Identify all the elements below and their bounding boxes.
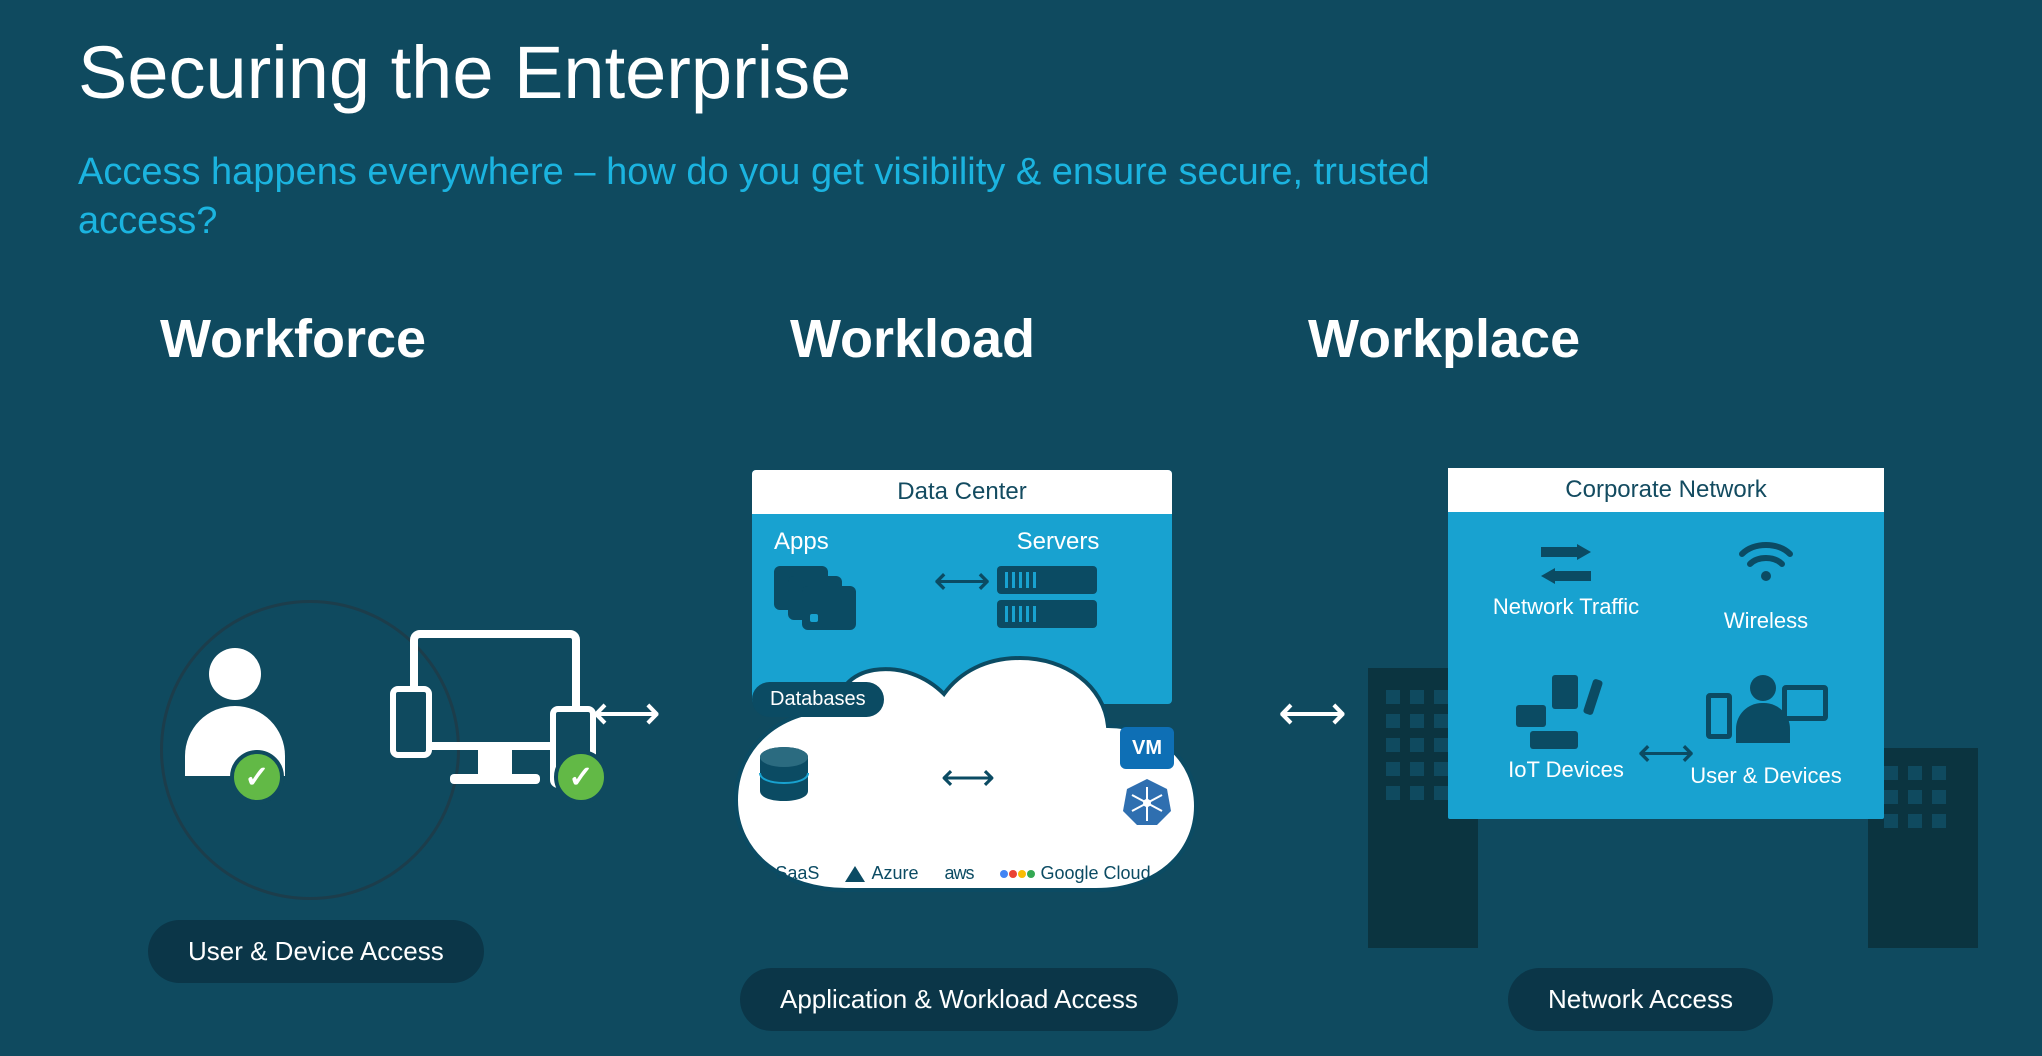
- bidirectional-arrow-icon: ⟷: [933, 558, 990, 604]
- servers-icon: [997, 566, 1097, 628]
- bidirectional-arrow-icon: ⟷: [941, 755, 995, 800]
- workplace-heading: Workplace: [1308, 308, 1580, 370]
- checkmark-badge-icon: ✓: [230, 750, 284, 804]
- database-icon: [752, 745, 816, 809]
- wireless-label: Wireless: [1724, 608, 1808, 634]
- workforce-diagram: ✓ ✓: [120, 560, 540, 900]
- cloud-providers-row: SaaS Azure aws Google Cloud: [716, 863, 1210, 884]
- datacenter-title: Data Center: [752, 470, 1172, 514]
- workload-caption: Application & Workload Access: [740, 968, 1178, 1031]
- bidirectional-arrow-icon: ⟷: [1637, 730, 1694, 776]
- servers-label: Servers: [1017, 528, 1150, 556]
- building-icon: [1868, 748, 1978, 948]
- network-traffic-icon: [1538, 538, 1594, 582]
- page-subtitle: Access happens everywhere – how do you g…: [78, 148, 1478, 247]
- workplace-diagram: Corporate Network Network Traffic Wirele…: [1368, 468, 1948, 988]
- page-title: Securing the Enterprise: [78, 30, 851, 115]
- apps-icon: [774, 566, 858, 630]
- workforce-caption: User & Device Access: [148, 920, 484, 983]
- kubernetes-icon: [1122, 777, 1172, 827]
- user-devices-item: User & Devices: [1690, 675, 1842, 789]
- google-dots-icon: [1000, 870, 1035, 878]
- network-traffic-item: Network Traffic: [1493, 538, 1639, 620]
- network-traffic-label: Network Traffic: [1493, 594, 1639, 620]
- bidirectional-arrow-icon: ⟷: [1278, 690, 1347, 738]
- iot-devices-icon: [1516, 675, 1616, 745]
- cloud-panel: Databases ⟷ VM: [716, 640, 1210, 900]
- wireless-item: Wireless: [1724, 538, 1808, 635]
- vm-badge: VM: [1120, 727, 1174, 769]
- provider-aws: aws: [944, 863, 973, 884]
- wifi-icon: [1738, 538, 1794, 596]
- corporate-network-title: Corporate Network: [1448, 468, 1884, 512]
- databases-label: Databases: [752, 682, 884, 717]
- user-devices-label: User & Devices: [1690, 763, 1842, 789]
- workplace-caption: Network Access: [1508, 968, 1773, 1031]
- provider-saas: SaaS: [775, 863, 819, 884]
- bidirectional-arrow-icon: ⟷: [592, 690, 661, 738]
- corporate-network-panel: Corporate Network Network Traffic Wirele…: [1448, 468, 1884, 819]
- workload-diagram: Data Center Apps ⟷ Servers Databases: [722, 470, 1202, 990]
- iot-devices-item: IoT Devices: [1508, 675, 1624, 783]
- azure-icon: [845, 866, 865, 882]
- checkmark-badge-icon: ✓: [554, 750, 608, 804]
- provider-azure: Azure: [845, 863, 918, 884]
- provider-google-cloud: Google Cloud: [1000, 863, 1151, 884]
- workforce-heading: Workforce: [160, 308, 426, 370]
- user-devices-icon: [1706, 675, 1826, 751]
- workload-heading: Workload: [790, 308, 1035, 370]
- iot-devices-label: IoT Devices: [1508, 757, 1624, 783]
- apps-label: Apps: [774, 528, 927, 556]
